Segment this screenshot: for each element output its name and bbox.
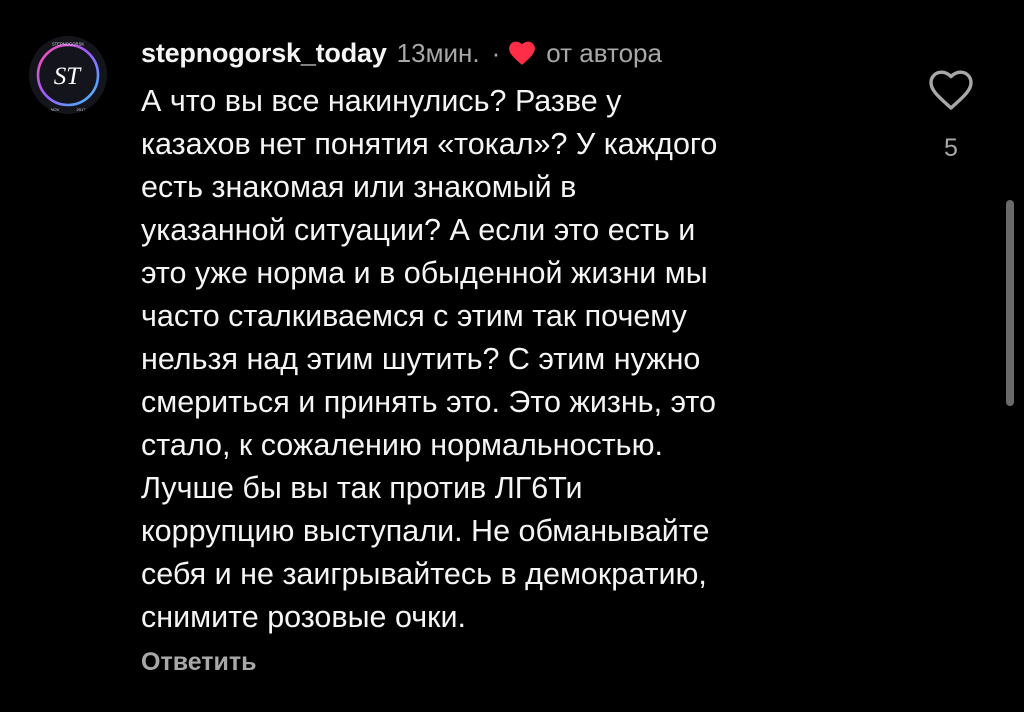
- comment-line: стало, к сожалению нормальностью.: [141, 428, 663, 462]
- comment-line: снимите розовые очки.: [141, 600, 466, 634]
- like-button[interactable]: [927, 68, 975, 112]
- reply-button[interactable]: Ответить: [141, 648, 257, 677]
- heart-outline-icon: [929, 70, 973, 110]
- comment-line: часто сталкиваемся с этим так почему: [141, 299, 687, 333]
- scrollbar[interactable]: [1006, 200, 1014, 406]
- comment-line: это уже норма и в обыденной жизни мы: [141, 256, 708, 290]
- avatar-logo: STEPNOGORSK ST NOV 2017: [31, 38, 105, 112]
- username[interactable]: stepnogorsk_today: [141, 38, 387, 69]
- comment-screen: STEPNOGORSK ST NOV 2017 stepnogorsk_toda…: [0, 0, 1024, 712]
- author-label: от автора: [546, 37, 662, 68]
- header-separator: ·: [491, 37, 501, 68]
- avatar-monogram: ST: [54, 63, 83, 90]
- avatar-bottom-left: NOV: [51, 107, 60, 112]
- comment-time: 13мин.: [396, 37, 480, 68]
- like-count: 5: [944, 134, 958, 162]
- comment-line: указанной ситуации? А если это есть и: [141, 213, 696, 247]
- comment-line: себя и не заигрывайтесь в демократию,: [141, 557, 707, 591]
- comment-line: Лучше бы вы так против ЛГ6Ти: [141, 471, 583, 505]
- comment-text: А что вы все накинулись? Разве у казахов…: [141, 80, 901, 639]
- heart-filled-icon: [508, 40, 536, 66]
- comment-line: казахов нет понятия «токал»? У каждого: [141, 127, 718, 161]
- comment-header: stepnogorsk_today 13мин. · от автора: [141, 33, 662, 73]
- avatar[interactable]: STEPNOGORSK ST NOV 2017: [29, 36, 107, 114]
- avatar-bottom-right: 2017: [77, 107, 87, 112]
- comment-line: А что вы все накинулись? Разве у: [141, 84, 622, 118]
- comment-line: есть знакомая или знакомый в: [141, 170, 577, 204]
- comment-line: коррупцию выступали. Не обманывайте: [141, 514, 710, 548]
- comment-line: смериться и принять это. Это жизнь, это: [141, 385, 717, 419]
- comment-line: нельзя над этим шутить? С этим нужно: [141, 342, 701, 376]
- avatar-top-text: STEPNOGORSK: [52, 42, 85, 47]
